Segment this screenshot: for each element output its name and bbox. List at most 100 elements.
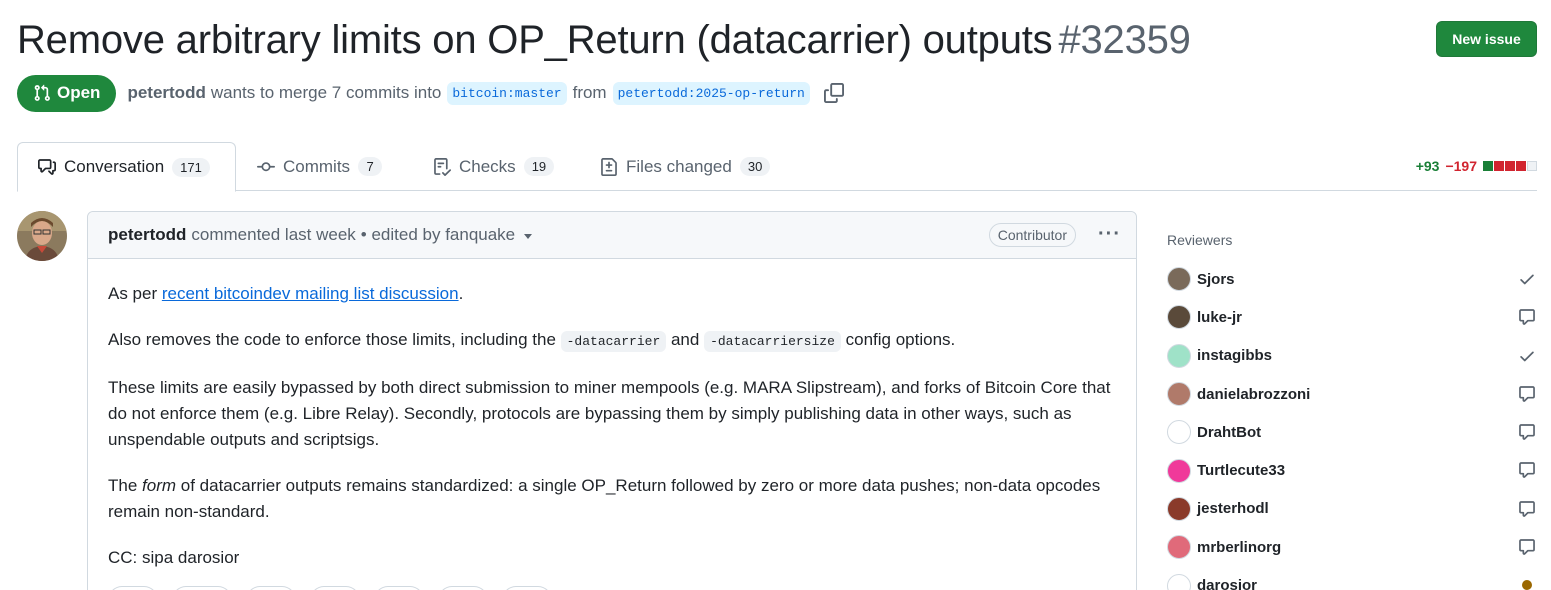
reviewer-name[interactable]: luke-jr: [1197, 309, 1242, 326]
reaction-button[interactable]: [374, 586, 424, 590]
paragraph-4: The form of datacarrier outputs remains …: [108, 473, 1116, 525]
tab-checks-count: 19: [523, 157, 555, 176]
avatar[interactable]: [1167, 420, 1191, 445]
tab-checks[interactable]: Checks 19: [413, 142, 574, 191]
reviewers-heading[interactable]: Reviewers: [1167, 232, 1537, 248]
check-icon: [1517, 346, 1537, 366]
reactions-row: [108, 586, 552, 590]
reaction-button[interactable]: [172, 586, 232, 590]
mailing-list-link[interactable]: recent bitcoindev mailing list discussio…: [162, 284, 459, 303]
comment-body: As per recent bitcoindev mailing list di…: [88, 259, 1136, 571]
tab-commits[interactable]: Commits 7: [237, 142, 402, 191]
paragraph-5: CC: sipa darosior: [108, 548, 240, 567]
paragraph-3: These limits are easily bypassed by both…: [108, 378, 1111, 449]
diffstat-block-del: [1494, 161, 1504, 171]
pr-title-text: Remove arbitrary limits on OP_Return (da…: [17, 18, 1053, 62]
pr-meta: Open petertodd wants to merge 7 commits …: [17, 74, 844, 112]
reviewer-name[interactable]: instagibbs: [1197, 347, 1272, 364]
avatar[interactable]: [1167, 535, 1191, 560]
tab-conversation-label: Conversation: [64, 157, 165, 176]
code-datacarriersize: -datacarriersize: [704, 331, 841, 352]
avatar[interactable]: [1167, 458, 1191, 483]
diffstat-block-del: [1516, 161, 1526, 171]
copy-icon[interactable]: [823, 83, 844, 103]
tab-checks-label: Checks: [459, 156, 516, 176]
reviewer-item[interactable]: Turtlecute33: [1167, 451, 1537, 489]
reviewer-name[interactable]: darosior: [1197, 577, 1257, 590]
reviewer-item[interactable]: DrahtBot: [1167, 413, 1537, 451]
text: of datacarrier outputs remains standardi…: [108, 476, 1101, 521]
text: .: [458, 284, 464, 303]
pr-author-link[interactable]: petertodd: [127, 83, 205, 103]
reaction-button[interactable]: [310, 586, 360, 590]
diffstat: +93 −197: [1416, 158, 1537, 174]
diffstat-blocks: [1483, 161, 1537, 171]
reviewer-item[interactable]: Sjors: [1167, 260, 1537, 298]
reviewer-item[interactable]: danielabrozzoni: [1167, 375, 1537, 413]
reviewer-name[interactable]: mrberlinorg: [1197, 539, 1281, 556]
comment-icon: [1517, 384, 1537, 404]
reviewer-name[interactable]: Turtlecute33: [1197, 462, 1285, 479]
avatar[interactable]: [17, 211, 67, 261]
diffstat-block-add: [1483, 161, 1493, 171]
tab-files-changed[interactable]: Files changed 30: [580, 142, 790, 191]
comment-icon: [1517, 460, 1537, 480]
comment-box: petertodd commented last week • edited b…: [87, 211, 1137, 590]
comment-icon: [1517, 499, 1537, 519]
base-branch[interactable]: bitcoin:master: [447, 81, 567, 105]
reaction-button[interactable]: [108, 586, 158, 590]
reviewer-item[interactable]: luke-jr: [1167, 298, 1537, 336]
chevron-down-icon[interactable]: [524, 233, 533, 239]
reviewer-name[interactable]: jesterhodl: [1197, 500, 1269, 517]
comment-timestamp[interactable]: commented last week: [191, 225, 355, 245]
text: and: [666, 330, 705, 349]
tab-commits-label: Commits: [283, 156, 351, 176]
comment-header: petertodd commented last week • edited b…: [88, 212, 1136, 259]
reviewer-name[interactable]: DrahtBot: [1197, 424, 1261, 441]
state-badge: Open: [17, 74, 117, 112]
comment-author-link[interactable]: petertodd: [108, 225, 186, 245]
tab-conversation[interactable]: Conversation 171: [17, 142, 236, 192]
emphasis: form: [142, 476, 177, 495]
reaction-button[interactable]: [502, 586, 552, 590]
reviewer-item[interactable]: mrberlinorg: [1167, 528, 1537, 566]
head-branch[interactable]: petertodd:2025-op-return: [612, 81, 810, 105]
avatar[interactable]: [1167, 343, 1191, 368]
reviewer-item[interactable]: instagibbs: [1167, 337, 1537, 375]
tab-files-count: 30: [739, 157, 771, 176]
check-icon: [1517, 269, 1537, 289]
pending-dot-icon: [1517, 575, 1537, 590]
code-datacarrier: -datacarrier: [560, 331, 667, 352]
pull-request-icon: [34, 84, 50, 101]
reviewer-name[interactable]: Sjors: [1197, 271, 1235, 288]
text: As per: [108, 284, 162, 303]
reaction-button[interactable]: [246, 586, 296, 590]
tab-files-label: Files changed: [626, 156, 732, 176]
avatar[interactable]: [1167, 573, 1191, 590]
comment-edited-link[interactable]: • edited by fanquake: [361, 225, 515, 245]
comment-icon: [1517, 307, 1537, 327]
comment-discussion-icon: [38, 159, 56, 175]
diffstat-additions: +93: [1415, 158, 1440, 174]
reviewer-name[interactable]: danielabrozzoni: [1197, 386, 1310, 403]
avatar[interactable]: [1167, 267, 1191, 292]
comment-icon: [1517, 422, 1537, 442]
pr-number: #32359: [1058, 18, 1191, 62]
kebab-horizontal-icon[interactable]: ···: [1098, 224, 1121, 244]
avatar[interactable]: [1167, 496, 1191, 521]
paragraph-2: Also removes the code to enforce those l…: [108, 327, 1116, 355]
new-issue-button[interactable]: New issue: [1436, 21, 1537, 57]
sidebar-reviewers: Reviewers Sjors luke-jr instagibbs danielab…: [1167, 232, 1537, 590]
author-avatar-image: [17, 211, 67, 261]
checklist-icon: [434, 157, 451, 176]
paragraph-1: As per recent bitcoindev mailing list di…: [108, 281, 1116, 307]
diffstat-block-del: [1505, 161, 1515, 171]
reviewer-item[interactable]: jesterhodl: [1167, 490, 1537, 528]
from-text: from: [572, 83, 607, 102]
reaction-button[interactable]: [438, 586, 488, 590]
avatar[interactable]: [1167, 382, 1191, 407]
avatar[interactable]: [1167, 305, 1191, 330]
reviewer-item[interactable]: darosior: [1167, 566, 1537, 590]
text: The: [108, 476, 143, 495]
reviewer-list: Sjors luke-jr instagibbs danielabrozzoni Dra…: [1167, 260, 1537, 590]
